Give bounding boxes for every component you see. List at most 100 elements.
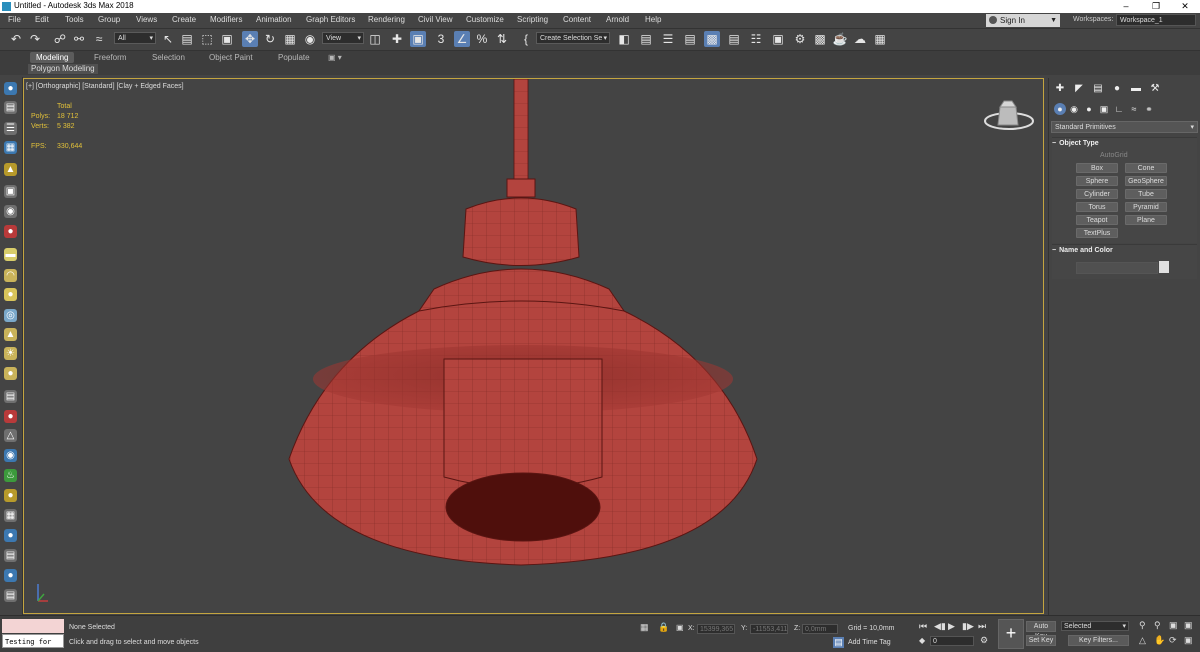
- scene-states-icon[interactable]: ▤: [4, 589, 17, 602]
- key-filters-button[interactable]: Key Filters...: [1068, 635, 1129, 646]
- lamp-model[interactable]: [24, 79, 1043, 613]
- close-icon[interactable]: ✕: [1170, 0, 1200, 13]
- play-icon[interactable]: ▶: [948, 621, 955, 632]
- select-place-icon[interactable]: ◉: [302, 31, 318, 47]
- autogrid-checkbox[interactable]: AutoGrid: [1100, 152, 1128, 159]
- time-configuration-icon[interactable]: ⚙: [980, 635, 988, 646]
- selection-lock-icon[interactable]: 🔒: [658, 622, 669, 633]
- maxscript-mini-listener[interactable]: Testing for: [2, 634, 64, 648]
- menu-scripting[interactable]: Scripting: [517, 15, 548, 24]
- space-warps-icon[interactable]: ≈: [1128, 103, 1140, 115]
- angle-snap-icon[interactable]: ∠: [454, 31, 470, 47]
- undo-icon[interactable]: ↶: [8, 31, 24, 47]
- modifier-list-icon[interactable]: ▤: [4, 390, 17, 403]
- lights-icon[interactable]: ●: [1083, 103, 1095, 115]
- next-frame-icon[interactable]: ▮▶: [962, 621, 974, 632]
- display-sphere-icon[interactable]: ●: [4, 529, 17, 542]
- maxscript-listener-output[interactable]: [2, 619, 64, 633]
- material-editor-icon[interactable]: ▣: [770, 31, 786, 47]
- hierarchy-tab-icon[interactable]: ▤: [1091, 82, 1105, 96]
- globe-icon[interactable]: ◉: [4, 449, 17, 462]
- textplus-button[interactable]: TextPlus: [1076, 228, 1118, 238]
- name-color-header[interactable]: − Name and Color: [1052, 246, 1196, 256]
- cone-icon[interactable]: ▲: [4, 328, 17, 341]
- zoom-icon[interactable]: ⚲: [1139, 620, 1146, 631]
- sphere-icon[interactable]: ●: [4, 288, 17, 301]
- plane-button[interactable]: Plane: [1125, 215, 1167, 225]
- mirror-icon[interactable]: ◧: [616, 31, 632, 47]
- motion-tab-icon[interactable]: ●: [1110, 82, 1124, 96]
- helpers-icon[interactable]: ∟: [1113, 103, 1125, 115]
- auto-key-button[interactable]: Auto Key: [1026, 621, 1056, 640]
- schematic-view-icon[interactable]: ☷: [748, 31, 764, 47]
- menu-arnold[interactable]: Arnold: [606, 15, 629, 24]
- menu-customize[interactable]: Customize: [466, 15, 504, 24]
- rendered-frame-window-icon[interactable]: ▩: [812, 31, 828, 47]
- x-coordinate-field[interactable]: 15399,365: [697, 624, 735, 634]
- camera-icon[interactable]: ▣: [4, 185, 17, 198]
- time-tag-icon[interactable]: ▤: [833, 637, 844, 648]
- light-icon[interactable]: ▲: [4, 163, 17, 176]
- hemisphere-icon[interactable]: ◠: [4, 269, 17, 282]
- perspective-viewport[interactable]: [+] [Orthographic] [Standard] [Clay + Ed…: [23, 78, 1044, 614]
- select-move-icon[interactable]: ✥: [242, 31, 258, 47]
- z-coordinate-field[interactable]: 0,0mm: [802, 624, 838, 634]
- render-in-cloud-icon[interactable]: ☁: [852, 31, 868, 47]
- unlink-icon[interactable]: ⚯: [71, 31, 87, 47]
- helper-icon[interactable]: ◉: [4, 205, 17, 218]
- systems-icon[interactable]: ⚭: [1143, 103, 1155, 115]
- modify-tab-icon[interactable]: ◤: [1072, 82, 1086, 96]
- teapot-button[interactable]: Teapot: [1076, 215, 1118, 225]
- torus-icon[interactable]: ◎: [4, 309, 17, 322]
- goto-start-icon[interactable]: ⏮: [919, 621, 927, 632]
- select-rotate-icon[interactable]: ↻: [262, 31, 278, 47]
- named-selection-set-dropdown[interactable]: Create Selection Se ▾: [536, 32, 610, 44]
- tab-selection[interactable]: Selection: [146, 52, 191, 63]
- character-icon[interactable]: ♨: [4, 469, 17, 482]
- menu-create[interactable]: Create: [172, 15, 196, 24]
- add-time-tag[interactable]: Add Time Tag: [848, 639, 891, 646]
- minimize-icon[interactable]: –: [1111, 0, 1141, 13]
- maximize-icon[interactable]: ❐: [1141, 0, 1171, 13]
- curve-editor-icon[interactable]: ▤: [726, 31, 742, 47]
- pivot-center-icon[interactable]: ◫: [367, 31, 383, 47]
- current-frame-field[interactable]: 0: [930, 636, 974, 646]
- geometry-icon[interactable]: ●: [1054, 103, 1066, 115]
- maximize-viewport-icon[interactable]: ▣: [1184, 635, 1193, 646]
- tab-object-paint[interactable]: Object Paint: [203, 52, 259, 63]
- menu-graph-editors[interactable]: Graph Editors: [306, 15, 355, 24]
- scene-explorer-icon[interactable]: ☰: [4, 122, 17, 135]
- set-key-icon[interactable]: +: [998, 619, 1024, 649]
- category-dropdown[interactable]: Standard Primitives ▾: [1051, 121, 1198, 133]
- cone-button[interactable]: Cone: [1125, 163, 1167, 173]
- shapes-icon[interactable]: ◉: [1068, 103, 1080, 115]
- utilities-icon[interactable]: ●: [4, 569, 17, 582]
- sign-in-button[interactable]: Sign In ▼: [986, 14, 1060, 27]
- absolute-mode-icon[interactable]: ▣: [676, 623, 684, 632]
- bind-space-warp-icon[interactable]: ≈: [91, 31, 107, 47]
- ribbon-options-icon[interactable]: ▣ ▾: [322, 52, 348, 63]
- box-button[interactable]: Box: [1076, 163, 1118, 173]
- object-name-field[interactable]: [1076, 262, 1158, 274]
- tube-button[interactable]: Tube: [1125, 189, 1167, 199]
- toggle-layer-explorer-icon[interactable]: ▤: [682, 31, 698, 47]
- toggle-ribbon-icon[interactable]: ▩: [704, 31, 720, 47]
- previous-frame-icon[interactable]: ◀▮: [934, 621, 946, 632]
- key-selection-dropdown[interactable]: Selected ▾: [1061, 621, 1129, 631]
- menu-views[interactable]: Views: [136, 15, 157, 24]
- utilities-tab-icon[interactable]: ⚒: [1148, 82, 1162, 96]
- box-primitive-icon[interactable]: ▬: [4, 248, 17, 261]
- reference-coordinate-dropdown[interactable]: View ▾: [322, 32, 364, 44]
- sun-light-icon[interactable]: ☀: [4, 347, 17, 360]
- measure-icon[interactable]: ▦: [4, 509, 17, 522]
- paint-icon[interactable]: ●: [4, 410, 17, 423]
- goto-end-icon[interactable]: ⏭: [978, 621, 986, 632]
- snaps-toggle-icon[interactable]: 3: [433, 31, 449, 47]
- link-icon[interactable]: ☍: [52, 31, 68, 47]
- create-tab-icon[interactable]: ✚: [1053, 82, 1067, 96]
- set-key-button[interactable]: Set Key: [1026, 635, 1056, 646]
- menu-edit[interactable]: Edit: [35, 15, 49, 24]
- redo-icon[interactable]: ↷: [27, 31, 43, 47]
- edit-named-selection-icon[interactable]: {: [518, 31, 534, 47]
- object-type-header[interactable]: − Object Type: [1052, 139, 1196, 149]
